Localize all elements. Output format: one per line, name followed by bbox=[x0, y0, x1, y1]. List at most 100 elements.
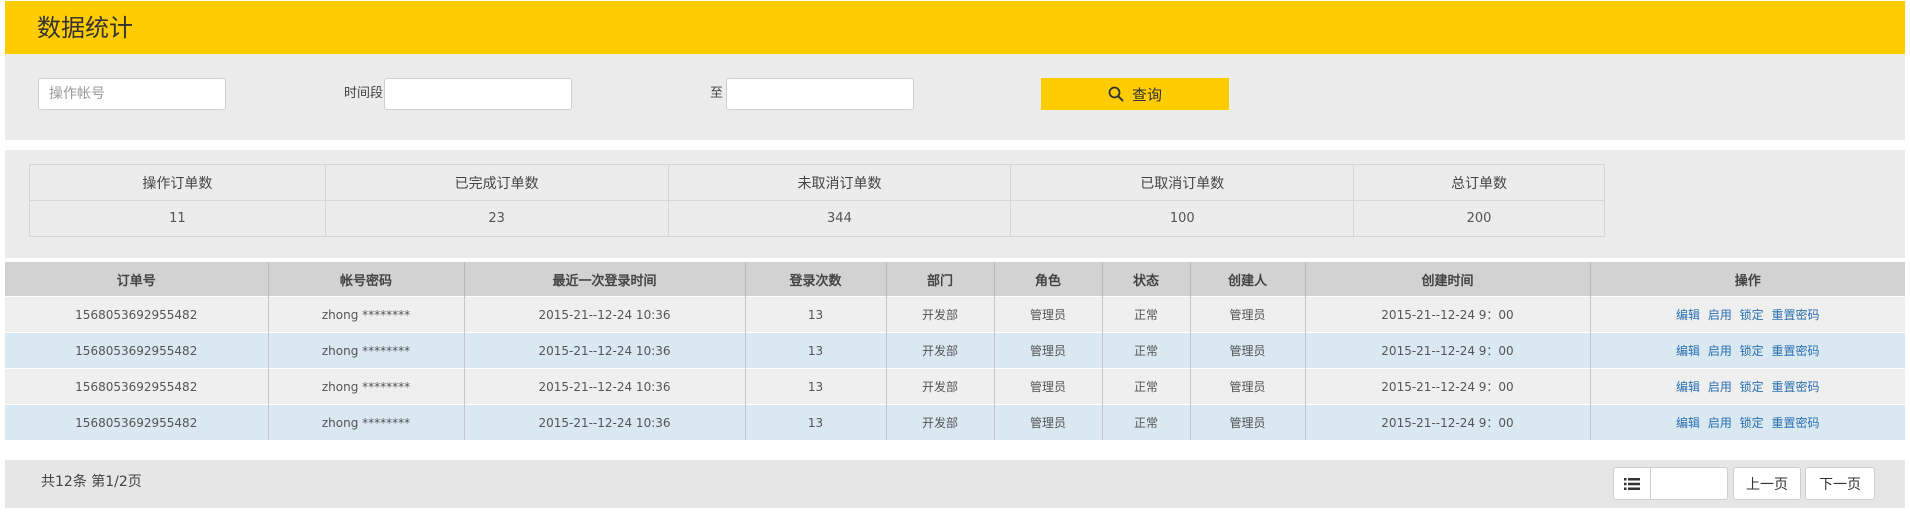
lock-link[interactable]: 锁定 bbox=[1740, 344, 1764, 358]
page-title: 数据统计 bbox=[37, 14, 133, 42]
stats-table: 操作订单数 已完成订单数 未取消订单数 已取消订单数 总订单数 11 23 34… bbox=[29, 164, 1605, 237]
stats-value-cell: 11 bbox=[29, 200, 326, 237]
edit-link[interactable]: 编辑 bbox=[1676, 308, 1700, 322]
enable-link[interactable]: 启用 bbox=[1708, 380, 1732, 394]
column-header: 创建人 bbox=[1190, 262, 1306, 297]
end-date-input[interactable] bbox=[726, 78, 914, 110]
page-number-input[interactable] bbox=[1650, 467, 1728, 500]
column-header: 操作 bbox=[1590, 262, 1905, 297]
account-cell: zhong ******** bbox=[268, 404, 465, 440]
order-id-cell: 1568053692955482 bbox=[5, 332, 269, 369]
role-cell: 管理员 bbox=[994, 296, 1103, 333]
column-header: 最近一次登录时间 bbox=[464, 262, 746, 297]
account-input[interactable] bbox=[38, 78, 226, 110]
order-id-cell: 1568053692955482 bbox=[5, 368, 269, 405]
order-id-cell: 1568053692955482 bbox=[5, 404, 269, 440]
role-cell: 管理员 bbox=[994, 404, 1103, 440]
last-login-cell: 2015-21--12-24 10:36 bbox=[464, 368, 746, 405]
edit-link[interactable]: 编辑 bbox=[1676, 380, 1700, 394]
page-size-button[interactable] bbox=[1613, 467, 1651, 500]
department-cell: 开发部 bbox=[886, 368, 995, 405]
department-cell: 开发部 bbox=[886, 296, 995, 333]
enable-link[interactable]: 启用 bbox=[1708, 416, 1732, 430]
table-row: 1568053692955482 zhong ******** 2015-21-… bbox=[5, 368, 1905, 405]
login-count-cell: 13 bbox=[745, 332, 887, 369]
edit-link[interactable]: 编辑 bbox=[1676, 416, 1700, 430]
stats-header-row: 操作订单数 已完成订单数 未取消订单数 已取消订单数 总订单数 bbox=[29, 164, 1605, 201]
column-header: 订单号 bbox=[5, 262, 269, 297]
last-login-cell: 2015-21--12-24 10:36 bbox=[464, 296, 746, 333]
reset-password-link[interactable]: 重置密码 bbox=[1772, 380, 1820, 394]
stats-value-cell: 100 bbox=[1010, 200, 1355, 237]
enable-link[interactable]: 启用 bbox=[1708, 344, 1732, 358]
reset-password-link[interactable]: 重置密码 bbox=[1772, 416, 1820, 430]
actions-cell: 编辑 启用 锁定 重置密码 bbox=[1590, 332, 1905, 369]
stats-value-row: 11 23 344 100 200 bbox=[29, 200, 1605, 237]
to-label: 至 bbox=[710, 86, 724, 101]
column-header: 状态 bbox=[1102, 262, 1191, 297]
reset-password-link[interactable]: 重置密码 bbox=[1772, 344, 1820, 358]
table-row: 1568053692955482 zhong ******** 2015-21-… bbox=[5, 332, 1905, 369]
pagination-bar: 共12条 第1/2页 上一页 下一页 bbox=[5, 460, 1905, 508]
table-row: 1568053692955482 zhong ******** 2015-21-… bbox=[5, 404, 1905, 440]
account-cell: zhong ******** bbox=[268, 368, 465, 405]
stats-value-cell: 200 bbox=[1353, 200, 1605, 237]
table-header-row: 订单号 帐号密码 最近一次登录时间 登录次数 部门 角色 状态 创建人 创建时间… bbox=[5, 262, 1905, 297]
query-button[interactable]: 查询 bbox=[1041, 78, 1229, 110]
last-login-cell: 2015-21--12-24 10:36 bbox=[464, 404, 746, 440]
status-cell: 正常 bbox=[1102, 296, 1191, 333]
last-login-cell: 2015-21--12-24 10:36 bbox=[464, 332, 746, 369]
start-date-input[interactable] bbox=[384, 78, 572, 110]
header-bar: 数据统计 bbox=[5, 1, 1905, 54]
department-cell: 开发部 bbox=[886, 404, 995, 440]
pagination-summary: 共12条 第1/2页 bbox=[41, 474, 142, 490]
stats-value-cell: 23 bbox=[324, 200, 669, 237]
query-button-label: 查询 bbox=[1131, 85, 1162, 104]
created-time-cell: 2015-21--12-24 9：00 bbox=[1305, 368, 1591, 405]
stats-value-cell: 344 bbox=[667, 200, 1012, 237]
lock-link[interactable]: 锁定 bbox=[1740, 380, 1764, 394]
login-count-cell: 13 bbox=[745, 296, 887, 333]
login-count-cell: 13 bbox=[745, 404, 887, 440]
status-cell: 正常 bbox=[1102, 332, 1191, 369]
column-header: 创建时间 bbox=[1305, 262, 1591, 297]
status-cell: 正常 bbox=[1102, 368, 1191, 405]
created-time-cell: 2015-21--12-24 9：00 bbox=[1305, 404, 1591, 440]
creator-cell: 管理员 bbox=[1190, 368, 1306, 405]
period-label: 时间段 bbox=[344, 86, 384, 101]
column-header: 登录次数 bbox=[745, 262, 887, 297]
role-cell: 管理员 bbox=[994, 332, 1103, 369]
status-cell: 正常 bbox=[1102, 404, 1191, 440]
creator-cell: 管理员 bbox=[1190, 404, 1306, 440]
stats-header-cell: 操作订单数 bbox=[29, 164, 326, 201]
table-row: 1568053692955482 zhong ******** 2015-21-… bbox=[5, 296, 1905, 333]
order-id-cell: 1568053692955482 bbox=[5, 296, 269, 333]
created-time-cell: 2015-21--12-24 9：00 bbox=[1305, 332, 1591, 369]
filter-panel bbox=[5, 54, 1905, 140]
reset-password-link[interactable]: 重置密码 bbox=[1772, 308, 1820, 322]
account-cell: zhong ******** bbox=[268, 332, 465, 369]
list-icon bbox=[1624, 477, 1640, 491]
orders-table: 订单号 帐号密码 最近一次登录时间 登录次数 部门 角色 状态 创建人 创建时间… bbox=[5, 262, 1905, 440]
stats-header-cell: 未取消订单数 bbox=[667, 164, 1012, 201]
actions-cell: 编辑 启用 锁定 重置密码 bbox=[1590, 404, 1905, 440]
enable-link[interactable]: 启用 bbox=[1708, 308, 1732, 322]
account-cell: zhong ******** bbox=[268, 296, 465, 333]
created-time-cell: 2015-21--12-24 9：00 bbox=[1305, 296, 1591, 333]
column-header: 帐号密码 bbox=[268, 262, 465, 297]
creator-cell: 管理员 bbox=[1190, 332, 1306, 369]
actions-cell: 编辑 启用 锁定 重置密码 bbox=[1590, 368, 1905, 405]
stats-header-cell: 已完成订单数 bbox=[324, 164, 669, 201]
login-count-cell: 13 bbox=[745, 368, 887, 405]
role-cell: 管理员 bbox=[994, 368, 1103, 405]
edit-link[interactable]: 编辑 bbox=[1676, 344, 1700, 358]
next-page-button[interactable]: 下一页 bbox=[1805, 467, 1875, 500]
prev-page-button[interactable]: 上一页 bbox=[1733, 467, 1801, 500]
department-cell: 开发部 bbox=[886, 332, 995, 369]
search-icon bbox=[1108, 86, 1124, 102]
column-header: 部门 bbox=[886, 262, 995, 297]
lock-link[interactable]: 锁定 bbox=[1740, 308, 1764, 322]
creator-cell: 管理员 bbox=[1190, 296, 1306, 333]
stats-header-cell: 已取消订单数 bbox=[1010, 164, 1355, 201]
lock-link[interactable]: 锁定 bbox=[1740, 416, 1764, 430]
